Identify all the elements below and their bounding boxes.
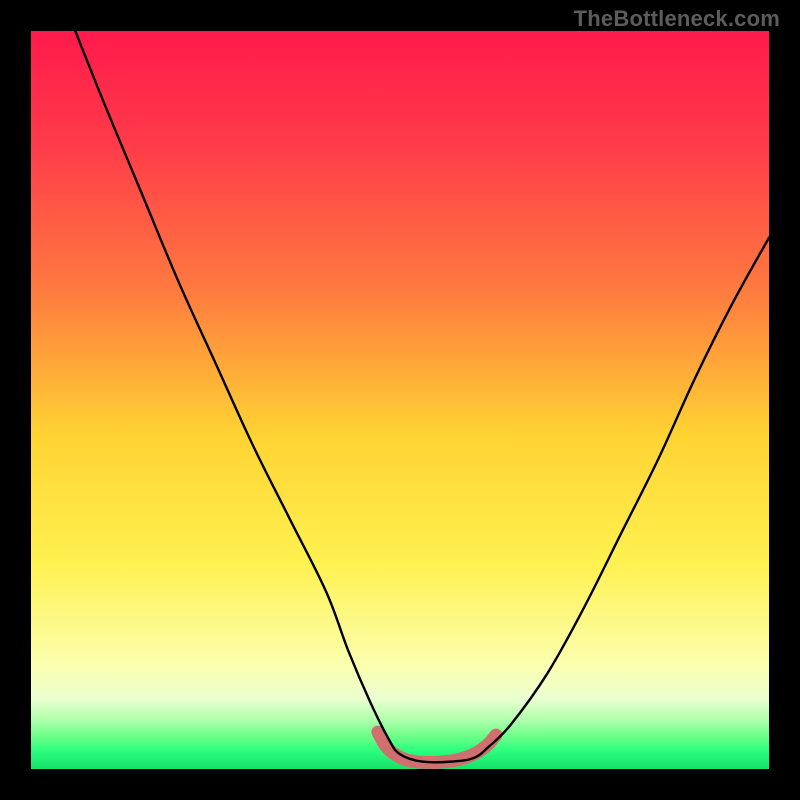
bottleneck-curve [75, 31, 769, 762]
curve-layer [31, 31, 769, 769]
plot-area [31, 31, 769, 769]
trough-band [378, 732, 496, 762]
watermark: TheBottleneck.com [574, 6, 780, 32]
chart-frame: TheBottleneck.com [0, 0, 800, 800]
